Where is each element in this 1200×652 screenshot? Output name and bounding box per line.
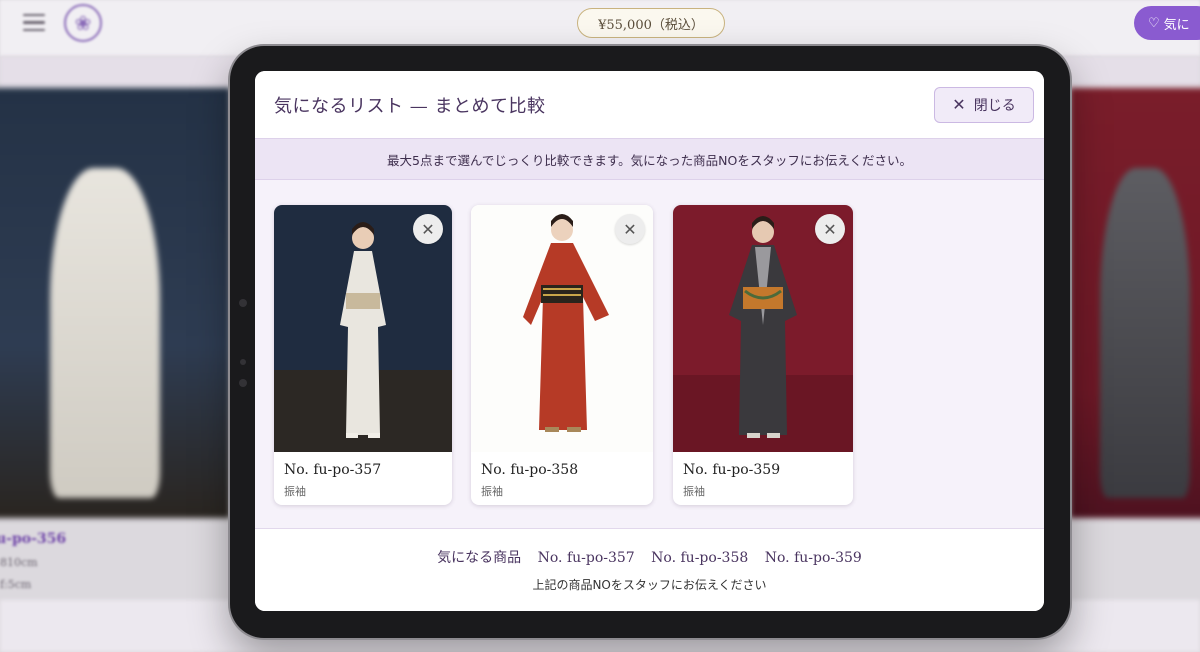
favorite-product-no: No. fu-po-358	[651, 550, 749, 566]
comparison-modal: 気になるリスト — まとめて比較 ✕ 閉じる 最大5点まで選んでじっくり比較でき…	[255, 71, 1044, 611]
modal-footer: 気になる商品 No. fu-po-357 No. fu-po-358 No. f…	[255, 528, 1044, 611]
remove-item-button[interactable]: ✕	[615, 214, 645, 244]
remove-item-button[interactable]: ✕	[815, 214, 845, 244]
modal-header: 気になるリスト — まとめて比較 ✕ 閉じる	[255, 71, 1044, 138]
tablet-sensor	[239, 379, 247, 387]
product-category: 振袖	[481, 485, 503, 498]
tablet-camera	[239, 299, 247, 307]
product-no: No. fu-po-358	[481, 462, 579, 478]
product-no: No. fu-po-357	[284, 462, 382, 478]
favorite-product-no: No. fu-po-359	[764, 550, 862, 566]
background-detail-line: f:5cm	[0, 578, 32, 591]
background-product-no: u-po-356	[0, 531, 67, 547]
close-icon: ✕	[952, 95, 966, 114]
close-button-label: 閉じる	[973, 98, 1016, 114]
product-card[interactable]: ✕ No. fu-po-358 振袖	[471, 205, 653, 505]
favorite-product-no: No. fu-po-357	[537, 550, 635, 566]
brand-logo-icon[interactable]: ❀	[64, 4, 102, 42]
remove-item-button[interactable]: ✕	[413, 214, 443, 244]
background-detail-line: 810cm	[0, 556, 38, 569]
modal-title: 気になるリスト — まとめて比較	[274, 96, 546, 117]
product-card[interactable]: ✕ No. fu-po-357 振袖	[274, 205, 452, 505]
notice-banner: 最大5点まで選んでじっくり比較できます。気になった商品NOをスタッフにお伝えくだ…	[255, 138, 1044, 180]
background-product-image-right	[1070, 88, 1200, 518]
product-card[interactable]: ✕ No. fu-po-359 振袖	[673, 205, 853, 505]
favorites-summary: 気になる商品 No. fu-po-357 No. fu-po-358 No. f…	[255, 547, 1044, 567]
close-button[interactable]: ✕ 閉じる	[934, 87, 1034, 123]
tablet-frame: 気になるリスト — まとめて比較 ✕ 閉じる 最大5点まで選んでじっくり比較でき…	[230, 46, 1070, 638]
heart-icon: ♡	[1148, 15, 1160, 31]
comparison-grid: ✕ No. fu-po-357 振袖 ✕ No. fu-po-358 振袖 ✕ …	[255, 180, 1044, 528]
hamburger-menu-icon[interactable]	[23, 14, 45, 32]
product-category: 振袖	[284, 485, 306, 498]
favorites-label: 気になる商品	[437, 550, 522, 566]
footer-note: 上記の商品NOをスタッフにお伝えください	[532, 578, 767, 592]
background-product-image-left	[0, 88, 230, 518]
product-no: No. fu-po-359	[683, 462, 781, 478]
price-badge: ¥55,000（税込）	[577, 8, 725, 38]
favorite-list-button[interactable]: ♡ 気に	[1134, 6, 1200, 40]
favorite-list-button-label: 気に	[1163, 17, 1190, 33]
tablet-sensor	[240, 359, 246, 365]
product-category: 振袖	[683, 485, 705, 498]
